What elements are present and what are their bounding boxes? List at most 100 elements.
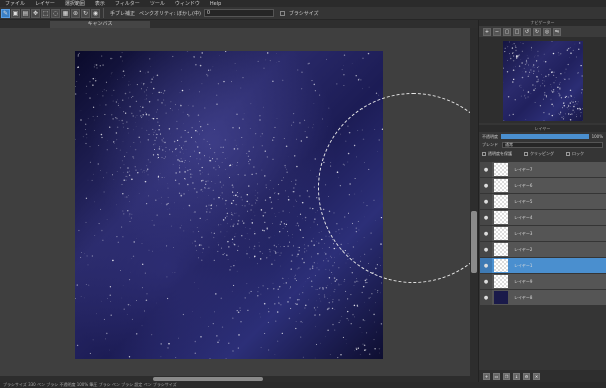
menu-select[interactable]: 選択範囲: [60, 0, 90, 7]
menu-view[interactable]: 表示: [90, 0, 110, 7]
zoom-out-icon[interactable]: −: [493, 27, 501, 36]
clipping-label: クリッピング: [530, 150, 554, 156]
opacity-label: 不透明度: [482, 133, 498, 139]
layer-thumbnail: [494, 243, 508, 256]
canvas-area[interactable]: [0, 28, 470, 376]
layer-panel-footer: + ▭ ❐ ↓ ⚙ ✕: [479, 370, 606, 382]
navigator-preview[interactable]: [479, 37, 606, 123]
menu-filter[interactable]: フィルター: [110, 0, 145, 7]
layer-name: レイヤー6: [514, 182, 533, 188]
menu-window[interactable]: ウィンドウ: [170, 0, 205, 7]
horizontal-scroll-thumb[interactable]: [153, 377, 263, 381]
layer-name: レイヤー2: [514, 246, 533, 252]
fit-icon[interactable]: ▢: [503, 27, 511, 36]
vertical-scrollbar[interactable]: [470, 28, 478, 376]
visibility-eye-icon[interactable]: ●: [480, 242, 492, 257]
brush-quality-label: ペンクオリティ: ぼかし(中): [139, 10, 201, 17]
lock-option[interactable]: ロック: [566, 151, 584, 157]
visibility-eye-icon[interactable]: ●: [480, 194, 492, 209]
protect-alpha-option[interactable]: 透明度を保護: [482, 151, 512, 157]
visibility-eye-icon[interactable]: ●: [480, 258, 492, 273]
menu-layer[interactable]: レイヤー: [30, 0, 60, 7]
layer-thumbnail: [494, 179, 508, 192]
status-bar: ブラシサイズ 330 ペン ブラシ 不透明度 100% 筆圧 ブラシ ペン ブラ…: [0, 382, 606, 388]
flip-icon[interactable]: ⇋: [553, 27, 561, 36]
visibility-eye-icon[interactable]: ●: [480, 210, 492, 225]
menu-file[interactable]: ファイル: [0, 0, 30, 7]
layer-row[interactable]: ● レイヤー5: [480, 194, 606, 209]
reset-icon[interactable]: ◎: [543, 27, 551, 36]
visibility-eye-icon[interactable]: ●: [480, 162, 492, 177]
menu-tool[interactable]: ツール: [145, 0, 170, 7]
lasso-tool-icon[interactable]: ◌: [51, 8, 60, 18]
hand-tool-icon[interactable]: ◉: [91, 8, 100, 18]
layer-row[interactable]: ● レイヤー7: [480, 162, 606, 177]
clipping-option[interactable]: クリッピング: [524, 151, 554, 157]
move-tool-icon[interactable]: ✥: [31, 8, 40, 18]
layer-row[interactable]: ● レイヤー9: [480, 274, 606, 289]
document-tab[interactable]: キャンバス: [50, 21, 150, 28]
brush-tool-icon[interactable]: ▣: [11, 8, 20, 18]
actual-size-icon[interactable]: □: [513, 27, 521, 36]
layer-name: レイヤー4: [514, 214, 533, 220]
vertical-scroll-thumb[interactable]: [471, 211, 477, 273]
brush-size-checkbox[interactable]: [279, 10, 285, 16]
rotate-left-icon[interactable]: ↺: [523, 27, 531, 36]
select-tool-icon[interactable]: ⬚: [41, 8, 50, 18]
opacity-value: 100%: [591, 134, 603, 139]
pen-tool-icon[interactable]: ✎: [1, 8, 10, 18]
visibility-eye-icon[interactable]: ●: [480, 178, 492, 193]
toolbar: ✎ ▣ ▤ ✥ ⬚ ◌ ▦ ⊛ ↻ ◉ 手ブレ補正 ペンクオリティ: ぼかし(中…: [0, 7, 606, 20]
layer-thumbnail: [494, 227, 508, 240]
layer-thumbnail: [494, 259, 508, 272]
visibility-eye-icon[interactable]: ●: [480, 290, 492, 305]
merge-down-icon[interactable]: ↓: [513, 372, 520, 380]
layer-row[interactable]: ● レイヤー6: [480, 178, 606, 193]
fill-tool-icon[interactable]: ▦: [61, 8, 70, 18]
layer-thumbnail: [494, 195, 508, 208]
blend-mode-select[interactable]: 通常: [502, 142, 603, 148]
opacity-slider[interactable]: [501, 134, 589, 139]
layer-name: レイヤー9: [514, 278, 533, 284]
layer-thumbnail: [494, 163, 508, 176]
layer-name: レイヤー7: [514, 166, 533, 172]
protect-alpha-label: 透明度を保護: [488, 150, 512, 156]
zoom-in-icon[interactable]: +: [483, 27, 491, 36]
menu-help[interactable]: Help: [205, 1, 226, 7]
rotate-right-icon[interactable]: ↻: [533, 27, 541, 36]
protect-alpha-checkbox[interactable]: [482, 151, 486, 156]
navigator-thumbnail: [503, 41, 583, 121]
menu-bar: ファイル レイヤー 選択範囲 表示 フィルター ツール ウィンドウ Help: [0, 0, 606, 7]
layer-settings-icon[interactable]: ⚙: [523, 372, 530, 380]
new-layer-icon[interactable]: +: [483, 372, 490, 380]
layer-thumbnail: [494, 275, 508, 288]
app-window: ファイル レイヤー 選択範囲 表示 フィルター ツール ウィンドウ Help ✎…: [0, 0, 606, 388]
toolbar-divider: [103, 8, 104, 18]
brush-size-label: ブラシサイズ: [288, 10, 319, 17]
eraser-tool-icon[interactable]: ▤: [21, 8, 30, 18]
right-panel: ナビゲーター + − ▢ □ ↺ ↻ ◎ ⇋ レイヤー 不透明度 100% ブレ…: [478, 20, 606, 382]
layer-thumbnail: [494, 291, 508, 304]
rotate-tool-icon[interactable]: ↻: [81, 8, 90, 18]
layer-row[interactable]: ● レイヤー8: [480, 290, 606, 305]
layer-panel-title: レイヤー: [479, 125, 606, 132]
layer-row[interactable]: ● レイヤー2: [480, 242, 606, 257]
layer-row[interactable]: ● レイヤー1: [480, 258, 606, 273]
layer-row[interactable]: ● レイヤー4: [480, 210, 606, 225]
blend-label: ブレンド: [482, 142, 498, 147]
layer-name: レイヤー8: [514, 294, 533, 300]
layer-name: レイヤー3: [514, 230, 533, 236]
layer-row[interactable]: ● レイヤー3: [480, 226, 606, 241]
brush-option-select[interactable]: 0: [203, 9, 274, 17]
stabilizer-label: 手ブレ補正: [110, 10, 136, 17]
clipping-checkbox[interactable]: [524, 151, 528, 156]
lock-checkbox[interactable]: [566, 151, 570, 156]
layer-list: ● レイヤー7 ● レイヤー6 ● レイヤー5 ● レイヤー4 ● レイヤー3 ● レイヤー2 ● レイヤ…: [480, 162, 606, 362]
delete-layer-icon[interactable]: ✕: [533, 372, 540, 380]
visibility-eye-icon[interactable]: ●: [480, 274, 492, 289]
visibility-eye-icon[interactable]: ●: [480, 226, 492, 241]
lock-label: ロック: [572, 150, 584, 156]
duplicate-layer-icon[interactable]: ❐: [503, 372, 510, 380]
eyedropper-tool-icon[interactable]: ⊛: [71, 8, 80, 18]
new-folder-icon[interactable]: ▭: [493, 372, 500, 380]
